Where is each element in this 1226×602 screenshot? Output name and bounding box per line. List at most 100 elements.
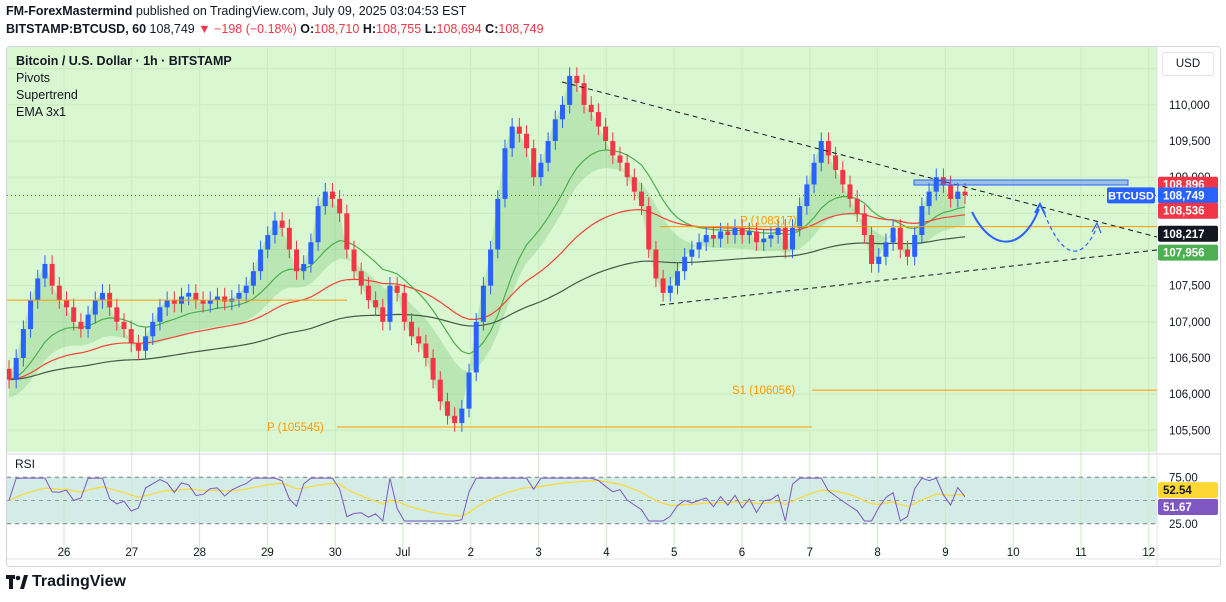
candle-body — [825, 141, 831, 156]
x-tick-label: 29 — [261, 547, 274, 559]
legend-ema[interactable]: EMA 3x1 — [16, 104, 232, 121]
candle-body — [682, 256, 688, 272]
candle-body — [861, 213, 867, 236]
published-text: published on TradingView.com, July 09, 2… — [135, 4, 467, 18]
candle-body — [387, 285, 393, 322]
candle-body — [150, 321, 156, 337]
low-label: L: — [424, 22, 437, 36]
y-tick-label: 110,000 — [1169, 100, 1210, 112]
candle-body — [35, 278, 41, 301]
close-value: 108,749 — [498, 22, 544, 36]
candle-body — [329, 191, 335, 199]
candle-body — [804, 184, 810, 207]
candle-body — [258, 249, 264, 272]
candle-body — [430, 357, 436, 380]
footer-logo[interactable]: TradingView — [6, 573, 126, 591]
candle-body — [114, 307, 120, 322]
candle-body — [524, 133, 530, 149]
candle-body — [639, 191, 645, 207]
x-tick-label: 4 — [603, 547, 610, 559]
candle-body — [847, 184, 853, 199]
y-tick-label: 106,500 — [1169, 353, 1211, 365]
candle-body — [207, 300, 213, 304]
close-label: C: — [485, 22, 499, 36]
candle-body — [761, 238, 767, 243]
legend-supertrend[interactable]: Supertrend — [16, 87, 232, 104]
candle-body — [674, 271, 680, 286]
candle-body — [746, 231, 752, 236]
candle-body — [603, 126, 609, 142]
candle-body — [588, 104, 594, 113]
legend-pivots[interactable]: Pivots — [16, 70, 232, 87]
pivot-label: P (108317) — [740, 216, 797, 228]
price-tag-label: 107,956 — [1163, 248, 1205, 260]
chart-frame[interactable]: 105,500106,000106,500107,000107,500108,0… — [6, 46, 1221, 567]
candle-body — [135, 343, 141, 351]
x-tick-label: Jul — [396, 547, 411, 559]
candle-body — [236, 292, 242, 299]
candle-body — [912, 235, 918, 257]
candle-body — [13, 357, 19, 380]
pivot-label: P (105545) — [267, 422, 324, 434]
candle-body — [214, 296, 220, 301]
candle-body — [552, 119, 558, 142]
candle-body — [222, 296, 228, 302]
candle-body — [301, 263, 307, 272]
candle-body — [250, 271, 256, 286]
candle-body — [243, 285, 249, 293]
candle-body — [423, 343, 429, 358]
candle-body — [28, 300, 34, 330]
x-tick-label: 6 — [739, 547, 745, 559]
x-tick-label: 11 — [1075, 547, 1087, 559]
candle-body — [646, 206, 652, 250]
candle-body — [20, 329, 26, 358]
candle-body — [444, 401, 450, 416]
y-tick-label: 109,500 — [1169, 136, 1211, 148]
candle-body — [286, 227, 292, 250]
candle-body — [164, 300, 170, 308]
ohlc-line: BITSTAMP:BTCUSD, 60 108,749 ▼ −198 (−0.1… — [6, 22, 544, 36]
candle-body — [344, 213, 350, 250]
candle-body — [725, 231, 731, 236]
chart-canvas[interactable]: 105,500106,000106,500107,000107,500108,0… — [7, 47, 1220, 566]
candle-body — [480, 285, 486, 322]
high-label: H: — [362, 22, 377, 36]
x-tick-label: 7 — [807, 547, 813, 559]
candle-body — [409, 321, 415, 337]
publisher-line: FM-ForexMastermind published on TradingV… — [6, 4, 466, 18]
candle-body — [739, 227, 745, 236]
candle-body — [358, 271, 364, 286]
rsi-label: RSI — [15, 457, 36, 471]
high-value: 108,755 — [376, 22, 422, 36]
candle-body — [437, 379, 443, 402]
candle-body — [308, 242, 314, 264]
candle-body — [92, 300, 98, 315]
candle-body — [272, 220, 278, 236]
candle-body — [559, 104, 565, 120]
currency-button[interactable]: USD — [1162, 52, 1214, 76]
x-tick-label: 12 — [1142, 547, 1155, 559]
candle-body — [7, 368, 12, 380]
candle-body — [394, 285, 400, 293]
candle-body — [624, 162, 630, 178]
candle-body — [538, 162, 544, 178]
candle-body — [718, 231, 724, 239]
candle-body — [42, 263, 48, 279]
author: FM-ForexMastermind — [6, 4, 133, 18]
candle-body — [574, 75, 580, 84]
x-tick-label: 5 — [671, 547, 677, 559]
y-tick-label: 107,000 — [1169, 317, 1211, 329]
candle-body — [452, 415, 458, 424]
candle-body — [56, 285, 62, 301]
candle-body — [775, 227, 781, 236]
candle-body — [186, 292, 192, 297]
x-tick-label: 27 — [125, 547, 138, 559]
candle-body — [732, 227, 738, 236]
candle-body — [373, 300, 379, 308]
candle-body — [128, 329, 134, 344]
candle-body — [696, 242, 702, 250]
resistance-zone — [913, 179, 1129, 186]
candle-body — [416, 336, 422, 344]
chart-legend: Bitcoin / U.S. Dollar · 1h · BITSTAMP Pi… — [16, 53, 232, 121]
open-label: O: — [300, 22, 315, 36]
